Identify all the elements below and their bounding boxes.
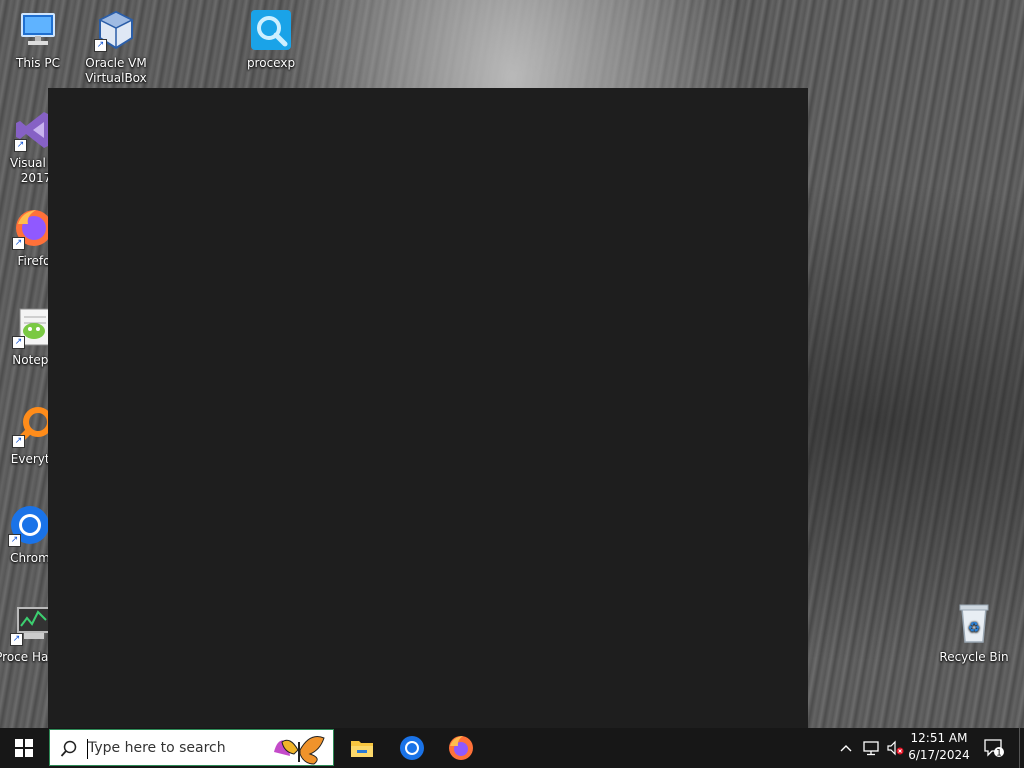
taskbar: Type here to search 12:51 AM 6/17/2024 1 (0, 728, 1024, 768)
desktop-icon-label: procexp (246, 56, 296, 70)
notification-icon: 1 (984, 739, 1004, 759)
chrome-icon (400, 736, 424, 760)
chevron-up-icon (840, 745, 852, 752)
shortcut-arrow-icon: ↗ (12, 336, 25, 349)
desktop-icon-procexp[interactable]: procexp (233, 8, 309, 71)
firefox-icon (449, 736, 473, 760)
shortcut-arrow-icon: ↗ (10, 633, 23, 646)
shortcut-arrow-icon: ↗ (8, 534, 21, 547)
desktop-icon-recycle-bin[interactable]: ♻ Recycle Bin (936, 602, 1012, 665)
shortcut-arrow-icon: ↗ (12, 237, 25, 250)
desktop-icon-label: Oracle VM VirtualBox (85, 56, 147, 85)
windows-logo-icon (15, 739, 33, 757)
monitor-icon (16, 8, 60, 52)
process-explorer-icon (249, 8, 293, 52)
file-explorer-icon (351, 741, 373, 757)
show-hidden-icons-button[interactable] (836, 728, 856, 768)
clock-date: 6/17/2024 (908, 748, 970, 762)
desktop-icon-this-pc[interactable]: This PC (0, 8, 76, 71)
show-desktop-button[interactable] (1019, 728, 1024, 768)
volume-tray-button[interactable] (884, 728, 906, 768)
recycle-bin-icon: ♻ (952, 602, 996, 646)
network-icon (863, 741, 879, 756)
taskbar-search-box[interactable]: Type here to search (49, 729, 334, 766)
taskbar-file-explorer[interactable] (338, 728, 386, 768)
taskbar-firefox[interactable] (437, 728, 485, 768)
chrome-icon: ↗ (8, 503, 52, 547)
search-icon (60, 740, 77, 757)
virtualbox-icon: ↗ (94, 8, 138, 52)
clock-time: 12:51 AM (910, 731, 968, 745)
shortcut-arrow-icon: ↗ (14, 139, 27, 152)
start-button[interactable] (0, 728, 48, 768)
desktop-icon-label: This PC (16, 56, 60, 70)
network-tray-button[interactable] (860, 728, 882, 768)
taskbar-chrome[interactable] (388, 728, 436, 768)
search-placeholder: Type here to search (88, 740, 226, 756)
desktop-icon-virtualbox[interactable]: ↗ Oracle VM VirtualBox (78, 8, 154, 86)
desktop: This PC ↗ Oracle VM VirtualBox procexp ↗… (0, 0, 1024, 728)
svg-text:♻: ♻ (968, 620, 981, 636)
blank-app-window[interactable] (48, 88, 808, 728)
action-center-button[interactable]: 1 (978, 728, 1010, 768)
taskbar-clock[interactable]: 12:51 AM 6/17/2024 (905, 730, 973, 764)
desktop-icon-label: Recycle Bin (939, 650, 1009, 664)
notification-count: 1 (996, 749, 1002, 759)
butterfly-icon (274, 736, 325, 765)
speaker-muted-icon (887, 740, 904, 756)
shortcut-arrow-icon: ↗ (94, 39, 107, 52)
shortcut-arrow-icon: ↗ (12, 435, 25, 448)
